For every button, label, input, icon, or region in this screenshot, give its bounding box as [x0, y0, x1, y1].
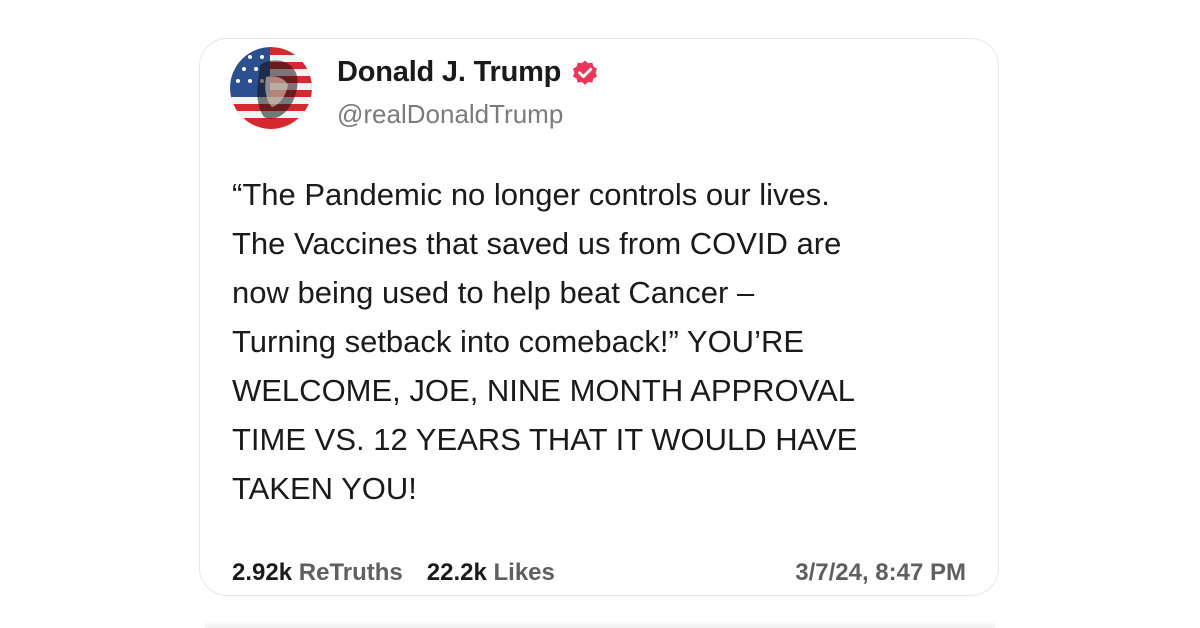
author-handle[interactable]: @realDonaldTrump: [337, 99, 563, 130]
retruths-stat[interactable]: 2.92k ReTruths: [232, 559, 403, 587]
post-footer: 2.92k ReTruths 22.2k Likes 3/7/24, 8:47 …: [232, 559, 966, 587]
verified-badge-icon: [571, 59, 599, 87]
retruths-label: ReTruths: [298, 559, 403, 586]
likes-stat[interactable]: 22.2k Likes: [427, 559, 555, 587]
post-text-line: TIME VS. 12 YEARS THAT IT WOULD HAVE: [232, 422, 858, 457]
likes-label: Likes: [493, 559, 555, 586]
post-timestamp[interactable]: 3/7/24, 8:47 PM: [795, 559, 966, 587]
post-text-line: now being used to help beat Cancer –: [232, 275, 755, 310]
page: Donald J. Trump @realDonaldTrump “The Pa…: [0, 0, 1200, 628]
next-item-peek: [205, 616, 995, 628]
post-text-line: WELCOME, JOE, NINE MONTH APPROVAL: [232, 373, 855, 408]
retruths-count: 2.92k: [232, 559, 293, 586]
post-text-line: Turning setback into comeback!” YOU’RE: [232, 324, 805, 359]
likes-count: 22.2k: [426, 559, 487, 586]
post-text: “The Pandemic no longer controls our liv…: [232, 170, 972, 513]
post-text-line: TAKEN YOU!: [232, 471, 417, 506]
author-row: Donald J. Trump: [337, 56, 599, 89]
avatar[interactable]: [230, 47, 312, 129]
flag-portrait-avatar-icon: [230, 47, 312, 129]
post-card[interactable]: Donald J. Trump @realDonaldTrump “The Pa…: [199, 38, 999, 596]
author-display-name[interactable]: Donald J. Trump: [337, 56, 561, 89]
post-text-line: The Vaccines that saved us from COVID ar…: [232, 226, 842, 261]
post-text-line: “The Pandemic no longer controls our liv…: [232, 177, 830, 212]
